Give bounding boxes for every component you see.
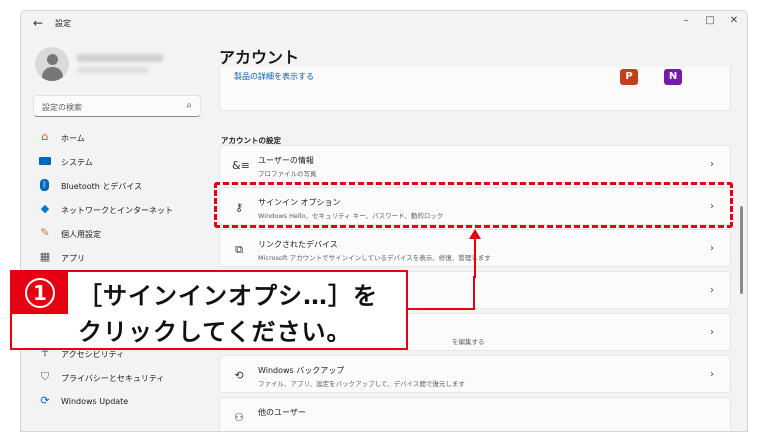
- bluetooth-icon: ᛒ: [39, 179, 51, 191]
- search-placeholder: 設定の検索: [42, 103, 82, 112]
- sidebar-item-label: プライバシーとセキュリティ: [61, 374, 165, 383]
- sidebar-item-label: ホーム: [61, 134, 85, 143]
- chevron-right-icon: ›: [710, 285, 714, 296]
- devices-icon: ⧉: [235, 243, 243, 256]
- step-number: 1: [25, 278, 55, 308]
- close-button[interactable]: ✕: [721, 15, 747, 26]
- subscription-card: 製品の詳細を表示する P N: [219, 67, 731, 111]
- powerpoint-icon: P: [620, 69, 638, 85]
- update-icon: ⟳: [40, 394, 50, 407]
- backup-icon: ⟲: [234, 369, 244, 382]
- chevron-right-icon: ›: [710, 243, 714, 254]
- avatar[interactable]: [35, 47, 69, 81]
- row-title: 他のユーザー: [258, 408, 306, 417]
- sidebar-item-privacy[interactable]: ⛉ プライバシーとセキュリティ: [33, 367, 203, 389]
- title-bar: ← 設定 – □ ✕: [21, 11, 747, 37]
- maximize-button[interactable]: □: [697, 15, 723, 26]
- chevron-right-icon: ›: [710, 327, 714, 338]
- row-other-users[interactable]: ⚇ 他のユーザー: [219, 397, 731, 431]
- sidebar-item-apps[interactable]: ▦ アプリ: [33, 247, 203, 269]
- sidebar-item-label: システム: [61, 158, 93, 167]
- instruction-callout: 1 ［サインインオプシ…］を クリックしてください。: [10, 270, 408, 350]
- row-windows-backup[interactable]: ⟲ Windows バックアップ ファイル、アプリ、設定をバックアップして、デバ…: [219, 355, 731, 393]
- search-icon[interactable]: ⌕: [186, 100, 192, 111]
- sidebar-item-system[interactable]: システム: [33, 151, 203, 173]
- sidebar-item-label: アクセシビリティ: [61, 350, 125, 359]
- page-title: アカウント: [219, 48, 300, 67]
- onenote-icon: N: [664, 69, 682, 85]
- highlight-box: [214, 182, 733, 228]
- arrow-left-icon[interactable]: ←: [33, 16, 43, 30]
- sidebar-item-personalization[interactable]: ✎ 個人用設定: [33, 223, 203, 245]
- instruction-line-2: クリックしてください。: [78, 318, 352, 346]
- chevron-right-icon: ›: [710, 369, 714, 380]
- shield-icon: ⛉: [40, 370, 50, 383]
- account-name-blurred: [77, 54, 163, 62]
- callout-connector: [408, 276, 475, 310]
- row-subtitle: プロファイルの写真: [258, 170, 317, 178]
- brush-icon: ✎: [40, 226, 50, 239]
- sidebar-item-label: ネットワークとインターネット: [61, 206, 173, 215]
- scrollbar[interactable]: [740, 206, 743, 294]
- home-icon: ⌂: [41, 130, 49, 143]
- row-subtitle: Microsoft アカウントでサインインしているデバイスを表示、修復、管理しま…: [258, 254, 491, 262]
- wifi-icon: ◆: [40, 202, 50, 215]
- window-title: 設定: [55, 19, 71, 28]
- users-icon: ⚇: [234, 411, 244, 424]
- sidebar-item-network[interactable]: ◆ ネットワークとインターネット: [33, 199, 203, 221]
- account-email-blurred: [77, 67, 149, 73]
- arrow-shaft: [474, 238, 476, 278]
- sidebar-item-label: Bluetooth とデバイス: [61, 182, 143, 191]
- sidebar-item-bluetooth[interactable]: ᛒ Bluetooth とデバイス: [33, 175, 203, 197]
- row-title: リンクされたデバイス: [258, 240, 338, 249]
- apps-icon: ▦: [39, 250, 51, 263]
- row-title: Windows バックアップ: [258, 366, 345, 375]
- monitor-icon: [39, 155, 51, 167]
- instruction-line-1: ［サインインオプシ…］を: [78, 282, 378, 310]
- row-subtitle: ファイル、アプリ、設定をバックアップして、デバイス間で復元します: [258, 380, 465, 388]
- user-info-icon: &≡: [232, 159, 250, 172]
- sidebar-item-label: アプリ: [61, 254, 85, 263]
- row-subtitle: を編集する: [452, 338, 485, 346]
- sidebar-item-label: Windows Update: [61, 397, 129, 406]
- row-title: ユーザーの情報: [258, 156, 314, 165]
- step-badge: 1: [12, 272, 68, 314]
- sidebar-item-label: 個人用設定: [61, 230, 101, 239]
- product-details-link[interactable]: 製品の詳細を表示する: [234, 71, 314, 82]
- sidebar-item-windows-update[interactable]: ⟳ Windows Update: [33, 391, 203, 413]
- minimize-button[interactable]: –: [673, 15, 699, 26]
- search-input[interactable]: 設定の検索 ⌕: [33, 95, 201, 117]
- sidebar-item-home[interactable]: ⌂ ホーム: [33, 127, 203, 149]
- chevron-right-icon: ›: [710, 159, 714, 170]
- row-user-info[interactable]: &≡ ユーザーの情報 プロファイルの写真 ›: [219, 145, 731, 183]
